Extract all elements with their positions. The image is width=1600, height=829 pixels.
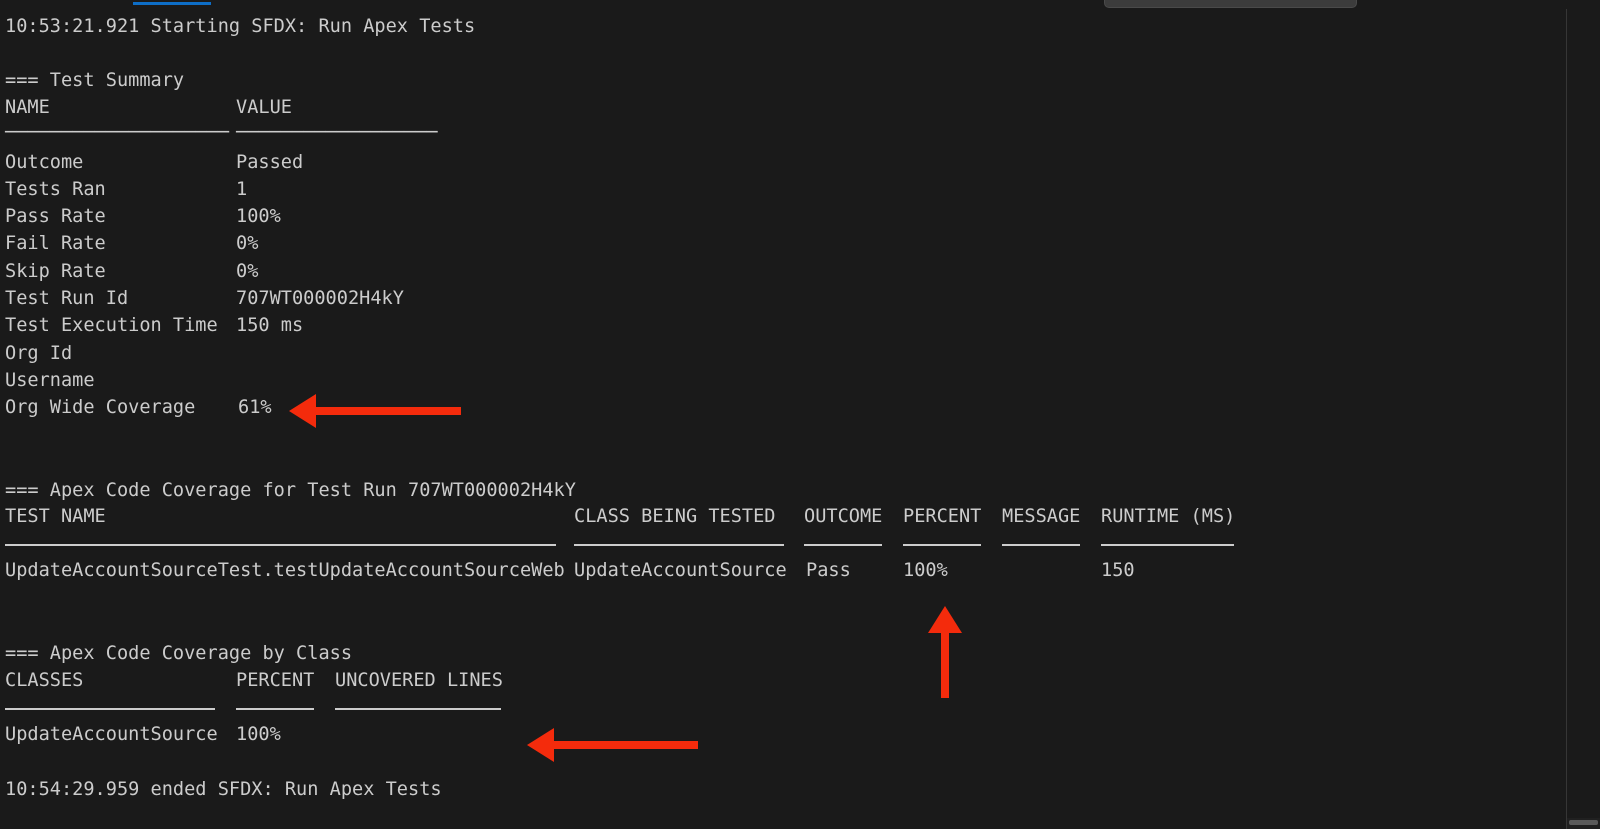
test-summary-col-name: NAME xyxy=(5,97,50,118)
test-summary-rule-value: ────────────────── xyxy=(236,122,438,143)
coverage-by-class-heading: === Apex Code Coverage by Class xyxy=(5,643,353,664)
coverage-run-cell-runtime: 150 xyxy=(1101,560,1135,581)
summary-row-name: Org Wide Coverage xyxy=(5,397,196,418)
test-summary-heading: === Test Summary xyxy=(5,70,185,91)
terminal-panel: 10:53:21.921 Starting SFDX: Run Apex Tes… xyxy=(0,0,1600,829)
coverage-class-cell-classes: UpdateAccountSource xyxy=(5,724,218,745)
summary-row-name: Fail Rate xyxy=(5,233,106,254)
coverage-run-cell-test-name: UpdateAccountSourceTest.testUpdateAccoun… xyxy=(5,560,565,581)
coverage-run-col-test-name: TEST NAME xyxy=(5,506,106,527)
summary-row-name: Test Run Id xyxy=(5,288,129,309)
summary-row-value: 0% xyxy=(236,261,259,282)
log-line-end: 10:54:29.959 ended SFDX: Run Apex Tests xyxy=(5,779,442,800)
coverage-class-col-percent: PERCENT xyxy=(236,670,315,691)
horizontal-scrollbar-thumb[interactable] xyxy=(1569,820,1598,825)
coverage-run-rule-class xyxy=(574,544,784,546)
summary-row-name: Username xyxy=(5,370,95,391)
coverage-class-col-uncovered-lines: UNCOVERED LINES xyxy=(335,670,503,691)
summary-row-value: 150 ms xyxy=(236,315,304,336)
summary-row-name: Pass Rate xyxy=(5,206,106,227)
coverage-run-rule-runtime xyxy=(1101,544,1234,546)
coverage-for-run-heading: === Apex Code Coverage for Test Run 707W… xyxy=(5,480,576,501)
summary-row-name: Org Id xyxy=(5,343,73,364)
coverage-run-cell-percent: 100% xyxy=(903,560,948,581)
coverage-class-col-classes: CLASSES xyxy=(5,670,84,691)
coverage-run-col-outcome: OUTCOME xyxy=(804,506,883,527)
coverage-run-cell-outcome: Pass xyxy=(806,560,851,581)
coverage-run-rule-outcome xyxy=(804,544,882,546)
coverage-run-col-percent: PERCENT xyxy=(903,506,982,527)
percent-column-arrow xyxy=(928,606,962,698)
coverage-run-rule-message xyxy=(1002,544,1080,546)
coverage-run-col-runtime: RUNTIME (MS) xyxy=(1101,506,1236,527)
summary-row-value: 707WT000002H4kY xyxy=(236,288,404,309)
summary-row-value: 1 xyxy=(236,179,248,200)
class-coverage-arrow xyxy=(527,728,698,762)
coverage-run-col-class-being-tested: CLASS BEING TESTED xyxy=(574,506,776,527)
test-summary-col-value: VALUE xyxy=(236,97,292,118)
org-wide-coverage-arrow xyxy=(289,394,461,428)
coverage-class-rule-classes xyxy=(5,708,215,710)
coverage-class-rule-uncovered xyxy=(335,708,501,710)
summary-row-name: Tests Ran xyxy=(5,179,106,200)
summary-row-value: Passed xyxy=(236,152,304,173)
summary-row-value-org-wide-coverage: 61% xyxy=(238,397,272,418)
coverage-class-cell-percent: 100% xyxy=(236,724,281,745)
test-summary-rule-name: ──────────────────── xyxy=(5,122,229,143)
right-gutter xyxy=(1567,0,1600,829)
coverage-run-rule-test-name xyxy=(5,544,556,546)
summary-row-value: 0% xyxy=(236,233,259,254)
summary-row-name: Outcome xyxy=(5,152,84,173)
log-line-start: 10:53:21.921 Starting SFDX: Run Apex Tes… xyxy=(5,16,476,37)
summary-row-name: Skip Rate xyxy=(5,261,106,282)
terminal-output[interactable]: 10:53:21.921 Starting SFDX: Run Apex Tes… xyxy=(0,0,1566,829)
coverage-class-rule-percent xyxy=(236,708,314,710)
coverage-run-rule-percent xyxy=(903,544,981,546)
coverage-run-cell-class: UpdateAccountSource xyxy=(574,560,787,581)
coverage-run-col-message: MESSAGE xyxy=(1002,506,1081,527)
summary-row-name: Test Execution Time xyxy=(5,315,218,336)
summary-row-value: 100% xyxy=(236,206,281,227)
